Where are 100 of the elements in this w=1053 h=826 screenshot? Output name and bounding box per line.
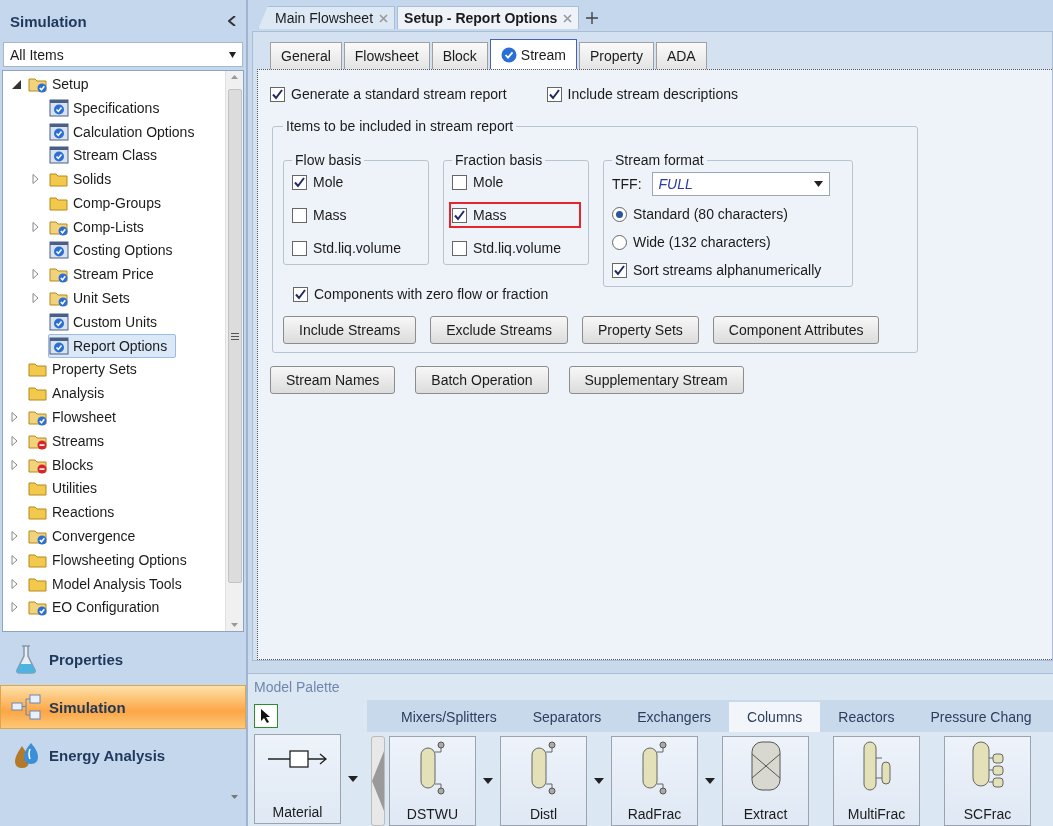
tree-item[interactable]: Analysis [27, 381, 114, 406]
checkbox[interactable]: Generate a standard stream report [270, 84, 507, 104]
button[interactable]: Exclude Streams [430, 316, 568, 344]
tree-item[interactable]: Property Sets [27, 357, 146, 382]
checked-form-icon [49, 312, 69, 331]
document-tab[interactable]: Main Flowsheet [258, 6, 396, 29]
checked-box-icon[interactable] [612, 262, 627, 278]
tree-item[interactable]: Specifications [48, 95, 169, 120]
model-button[interactable]: Distl [500, 736, 587, 826]
caret-icon[interactable] [705, 778, 715, 784]
tree-item[interactable]: Blocks [27, 452, 103, 477]
tree-item[interactable]: EO Configuration [27, 595, 169, 620]
empty-box-icon[interactable] [292, 207, 307, 223]
stream-button[interactable]: Material [254, 734, 341, 824]
model-button[interactable]: SCFrac [944, 736, 1031, 826]
collapse-icon[interactable] [228, 16, 236, 26]
checked-box-icon[interactable] [452, 207, 467, 223]
scroll-down-icon[interactable] [231, 623, 238, 627]
checkbox[interactable]: Std.liq.volume [292, 238, 418, 258]
caret-icon[interactable] [348, 776, 358, 782]
model-button[interactable]: MultiFrac [833, 736, 920, 826]
nav-button[interactable]: Properties [0, 637, 246, 681]
document-tab[interactable]: Setup - Report Options [397, 6, 580, 29]
tree-item[interactable]: Comp-Groups [48, 190, 170, 215]
folder-icon [28, 479, 48, 498]
empty-box-icon[interactable] [452, 174, 467, 190]
scroll-up-icon[interactable] [231, 75, 238, 79]
empty-radio-icon[interactable] [612, 234, 627, 250]
model-button[interactable]: Extract [722, 736, 809, 826]
selected-radio-icon[interactable] [612, 206, 627, 222]
tree-item[interactable]: Model Analysis Tools [27, 571, 191, 596]
checked-box-icon[interactable] [293, 286, 308, 302]
nav-button[interactable]: Simulation [0, 685, 246, 729]
tree-item[interactable]: Utilities [27, 476, 107, 501]
checked-box-icon[interactable] [292, 174, 307, 190]
caret-icon[interactable] [229, 51, 236, 58]
checkbox[interactable]: Sort streams alphanumerically [612, 260, 842, 280]
button[interactable]: Component Attributes [712, 316, 880, 344]
form-tab[interactable]: Flowsheet [343, 42, 430, 69]
caret-icon[interactable] [483, 778, 493, 784]
scroll-left-button[interactable] [371, 736, 385, 826]
nav-button[interactable]: Energy Analysis [0, 733, 246, 777]
empty-box-icon[interactable] [452, 240, 467, 256]
scrollbar-thumb[interactable] [227, 89, 242, 583]
pointer-tool[interactable] [254, 704, 278, 728]
close-icon[interactable] [563, 13, 573, 23]
form-tab[interactable]: ADA [655, 42, 707, 69]
tree-item[interactable]: Stream Price [48, 262, 163, 287]
model-button[interactable]: DSTWU [389, 736, 476, 826]
form-tab[interactable]: Stream [489, 39, 577, 69]
add-tab-icon[interactable] [585, 11, 600, 25]
close-icon[interactable] [379, 13, 389, 23]
scrollbar[interactable] [225, 71, 243, 631]
model-button[interactable]: RadFrac [611, 736, 698, 826]
checkbox[interactable]: Mass [452, 205, 578, 225]
checked-folder-icon [49, 265, 69, 284]
tree-item[interactable]: Calculation Options [48, 119, 204, 144]
checkbox[interactable]: Std.liq.volume [452, 238, 578, 258]
radio-button[interactable]: Standard (80 characters) [612, 204, 842, 224]
button[interactable]: Supplementary Stream [568, 366, 744, 394]
tree-item[interactable]: Reactions [27, 500, 124, 525]
palette-tab[interactable]: Columns [729, 702, 821, 732]
palette-tab[interactable]: Exchangers [619, 702, 730, 732]
tree-item[interactable]: Custom Units [48, 309, 167, 334]
checkbox[interactable]: Mass [292, 205, 418, 225]
tree-item[interactable]: Unit Sets [48, 286, 139, 311]
button[interactable]: Batch Operation [415, 366, 549, 394]
checkbox[interactable]: Mole [452, 172, 578, 192]
checked-box-icon[interactable] [546, 86, 562, 102]
button[interactable]: Stream Names [270, 366, 396, 394]
caret-icon[interactable] [594, 778, 604, 784]
tree-item[interactable]: Report Options [48, 333, 177, 358]
checkbox[interactable]: Components with zero flow or fraction [293, 284, 549, 304]
palette-tab[interactable]: Mixers/Splitters [383, 702, 515, 732]
tree-item[interactable]: Stream Class [48, 143, 167, 168]
tree-item[interactable]: Convergence [27, 524, 145, 549]
form-tab[interactable]: Property [579, 42, 654, 69]
tree-item[interactable]: Costing Options [48, 238, 182, 263]
palette-tab[interactable]: Pressure Chang [912, 702, 1050, 732]
button[interactable]: Property Sets [582, 316, 699, 344]
folder-icon [28, 503, 48, 522]
form-tab[interactable]: General [270, 42, 342, 69]
checked-box-icon[interactable] [270, 86, 285, 102]
tree-item[interactable]: Setup [27, 71, 98, 96]
tree-item[interactable]: Flowsheeting Options [27, 547, 196, 572]
form-tab[interactable]: Block [431, 42, 488, 69]
format-dropdown[interactable]: FULL [651, 172, 830, 196]
tree-item[interactable]: Streams [27, 428, 114, 453]
button[interactable]: Include Streams [283, 316, 417, 344]
tree-item[interactable]: Comp-Lists [48, 214, 153, 239]
empty-box-icon[interactable] [292, 240, 307, 256]
radio-button[interactable]: Wide (132 characters) [612, 232, 842, 252]
tree-item[interactable]: Solids [48, 167, 121, 192]
caret-icon[interactable] [813, 181, 823, 187]
tree-item[interactable]: Flowsheet [27, 405, 125, 430]
filter-dropdown[interactable]: All Items [3, 42, 243, 67]
palette-tab[interactable]: Reactors [820, 702, 913, 732]
checkbox[interactable]: Include stream descriptions [546, 84, 738, 104]
checkbox[interactable]: Mole [292, 172, 418, 192]
palette-tab[interactable]: Separators [514, 702, 620, 732]
